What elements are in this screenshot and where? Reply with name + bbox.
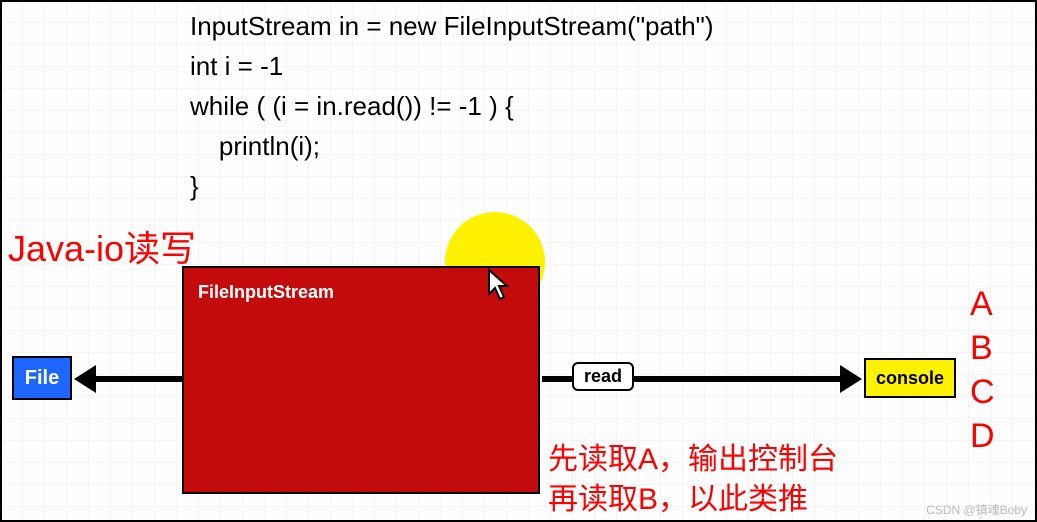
output-letter: A (970, 282, 995, 326)
console-box: console (864, 358, 956, 398)
code-line: } (190, 166, 714, 206)
watermark: CSDN @镇魂Boby (926, 501, 1027, 518)
annotation-line: 先读取A，输出控制台 (548, 440, 838, 480)
file-box: File (12, 356, 72, 400)
code-line: InputStream in = new FileInputStream("pa… (190, 6, 714, 46)
annotation-line: 再读取B，以此类推 (548, 480, 838, 520)
file-label: File (25, 367, 59, 390)
output-letter: D (970, 414, 995, 458)
output-letter: C (970, 370, 995, 414)
output-letters: A B C D (970, 282, 995, 458)
arrow-left-icon (74, 369, 182, 389)
read-label: read (572, 362, 634, 391)
annotation-title: Java-io读写 (8, 220, 196, 272)
code-line: println(i); (190, 126, 714, 166)
output-letter: B (970, 326, 995, 370)
cursor-icon (487, 268, 513, 302)
code-block: InputStream in = new FileInputStream("pa… (190, 6, 714, 206)
console-label: console (876, 368, 944, 389)
fileinputstream-label: FileInputStream (184, 268, 538, 317)
annotation-note: 先读取A，输出控制台 再读取B，以此类推 (548, 440, 838, 520)
code-line: int i = -1 (190, 46, 714, 86)
code-line: while ( (i = in.read()) != -1 ) { (190, 86, 714, 126)
